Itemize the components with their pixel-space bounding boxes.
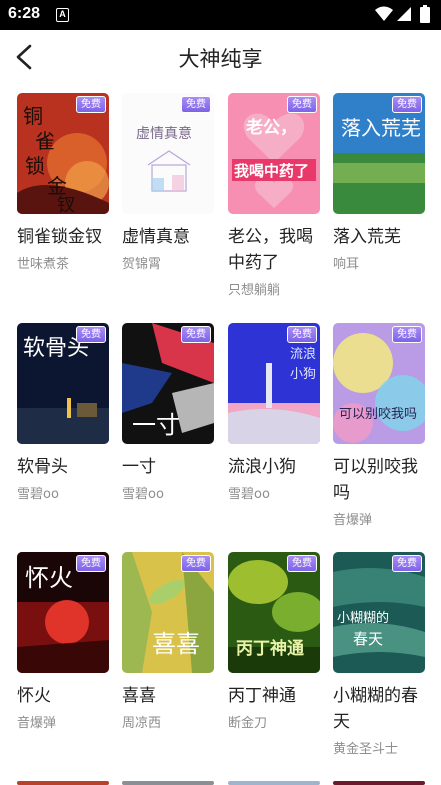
svg-text:流浪: 流浪 bbox=[290, 347, 316, 362]
page-header: 大神纯享 bbox=[0, 30, 441, 84]
svg-text:虚情真意: 虚情真意 bbox=[136, 125, 192, 142]
notification-icon: A bbox=[56, 8, 69, 22]
book-title: 软骨头 bbox=[17, 457, 68, 477]
book-title: 怀火 bbox=[17, 686, 51, 706]
book-author: 雪碧oo bbox=[17, 487, 59, 502]
free-badge: 免费 bbox=[76, 555, 106, 572]
book-author: 贺锦霄 bbox=[122, 257, 162, 272]
book-card-partial[interactable] bbox=[17, 781, 109, 785]
book-card[interactable]: 喜喜 免费 喜喜 周凉西 bbox=[122, 552, 214, 731]
book-cover bbox=[17, 781, 109, 785]
book-cover: 喜喜 免费 bbox=[122, 552, 214, 673]
book-cover: 虚情真意 免费 bbox=[122, 93, 214, 214]
svg-text:老公，: 老公， bbox=[245, 117, 297, 138]
book-author: 响耳 bbox=[333, 257, 360, 272]
book-card[interactable]: 老公， 我喝中药了 免费 老公，我喝中药了 只想躺躺 bbox=[228, 93, 320, 298]
book-card[interactable]: 怀火 免费 怀火 音爆弹 bbox=[17, 552, 109, 731]
book-cover: 一寸 免费 bbox=[122, 323, 214, 444]
svg-text:钗: 钗 bbox=[57, 195, 75, 214]
free-badge: 免费 bbox=[287, 326, 317, 343]
book-cover: 老公， 我喝中药了 免费 bbox=[228, 93, 320, 214]
free-badge: 免费 bbox=[287, 555, 317, 572]
signal-icon bbox=[397, 7, 411, 21]
page-title: 大神纯享 bbox=[178, 47, 263, 71]
book-title: 老公，我喝中药了 bbox=[228, 227, 313, 273]
book-author: 周凉西 bbox=[122, 716, 162, 731]
book-title: 虚情真意 bbox=[122, 227, 190, 247]
book-card[interactable]: 可以别咬我吗 免费 可以别咬我吗 音爆弹 bbox=[333, 323, 425, 528]
book-title: 流浪小狗 bbox=[228, 457, 296, 477]
svg-text:落入荒芜: 落入荒芜 bbox=[341, 116, 421, 140]
svg-text:怀火: 怀火 bbox=[25, 564, 73, 592]
book-card[interactable]: 软骨头 免费 软骨头 雪碧oo bbox=[17, 323, 109, 502]
book-card[interactable]: 一寸 免费 一寸 雪碧oo bbox=[122, 323, 214, 502]
book-author: 黄金圣斗士 bbox=[333, 742, 399, 757]
book-cover: 落入荒芜 免费 bbox=[333, 93, 425, 214]
book-cover: 铜 雀 锁 金 钗 免费 bbox=[17, 93, 109, 214]
book-title: 喜喜 bbox=[122, 686, 156, 706]
book-card-partial[interactable] bbox=[333, 781, 425, 785]
book-card[interactable]: 落入荒芜 免费 落入荒芜 响耳 bbox=[333, 93, 425, 272]
svg-text:一寸: 一寸 bbox=[132, 411, 180, 439]
status-bar: 6:28 A bbox=[0, 0, 441, 30]
book-author: 音爆弹 bbox=[17, 716, 57, 731]
book-title: 小糊糊的春天 bbox=[333, 686, 418, 732]
free-badge: 免费 bbox=[392, 326, 422, 343]
book-author: 音爆弹 bbox=[333, 513, 373, 528]
book-card-partial[interactable] bbox=[122, 781, 214, 785]
svg-text:雀: 雀 bbox=[35, 129, 55, 153]
svg-text:春天: 春天 bbox=[353, 630, 383, 648]
free-badge: 免费 bbox=[392, 96, 422, 113]
book-cover: 流浪 小狗 免费 bbox=[228, 323, 320, 444]
book-title: 铜雀锁金钗 bbox=[17, 227, 102, 247]
book-author: 世味煮茶 bbox=[17, 257, 70, 272]
svg-text:丙丁神通: 丙丁神通 bbox=[236, 638, 304, 659]
book-card[interactable]: 丙丁神通 免费 丙丁神通 断金刀 bbox=[228, 552, 320, 731]
book-cover: 丙丁神通 免费 bbox=[228, 552, 320, 673]
status-time: 6:28 bbox=[8, 5, 41, 22]
book-title: 丙丁神通 bbox=[228, 686, 296, 706]
book-cover: 软骨头 免费 bbox=[17, 323, 109, 444]
wifi-icon bbox=[375, 6, 393, 21]
free-badge: 免费 bbox=[392, 555, 422, 572]
svg-text:小狗: 小狗 bbox=[290, 367, 316, 382]
svg-text:可以别咬我吗: 可以别咬我吗 bbox=[339, 406, 417, 422]
book-card[interactable]: 虚情真意 免费 虚情真意 贺锦霄 bbox=[122, 93, 214, 272]
book-cover: 小糊糊的 春天 免费 bbox=[333, 552, 425, 673]
book-author: 雪碧oo bbox=[228, 487, 270, 502]
book-cover: 可以别咬我吗 免费 bbox=[333, 323, 425, 444]
free-badge: 免费 bbox=[287, 96, 317, 113]
battery-icon bbox=[420, 5, 430, 23]
svg-text:喜喜: 喜喜 bbox=[152, 630, 200, 658]
free-badge: 免费 bbox=[181, 555, 211, 572]
book-title: 一寸 bbox=[122, 457, 156, 477]
book-author: 只想躺躺 bbox=[228, 283, 281, 298]
book-title: 落入荒芜 bbox=[333, 227, 401, 247]
book-card[interactable]: 小糊糊的 春天 免费 小糊糊的春天 黄金圣斗士 bbox=[333, 552, 425, 757]
svg-text:小糊糊的: 小糊糊的 bbox=[337, 610, 389, 626]
book-author: 断金刀 bbox=[228, 716, 268, 731]
book-cover bbox=[122, 781, 214, 785]
book-card[interactable]: 铜 雀 锁 金 钗 免费 铜雀锁金钗 世味煮茶 bbox=[17, 93, 109, 272]
free-badge: 免费 bbox=[181, 326, 211, 343]
book-cover bbox=[228, 781, 320, 785]
free-badge: 免费 bbox=[181, 96, 211, 113]
book-cover: 怀火 免费 bbox=[17, 552, 109, 673]
svg-text:铜: 铜 bbox=[23, 104, 43, 128]
svg-text:锁: 锁 bbox=[25, 154, 45, 178]
book-cover bbox=[333, 781, 425, 785]
free-badge: 免费 bbox=[76, 96, 106, 113]
free-badge: 免费 bbox=[76, 326, 106, 343]
book-title: 可以别咬我吗 bbox=[333, 457, 418, 503]
svg-text:我喝中药了: 我喝中药了 bbox=[234, 162, 309, 180]
book-card[interactable]: 流浪 小狗 免费 流浪小狗 雪碧oo bbox=[228, 323, 320, 502]
book-author: 雪碧oo bbox=[122, 487, 164, 502]
book-card-partial[interactable] bbox=[228, 781, 320, 785]
